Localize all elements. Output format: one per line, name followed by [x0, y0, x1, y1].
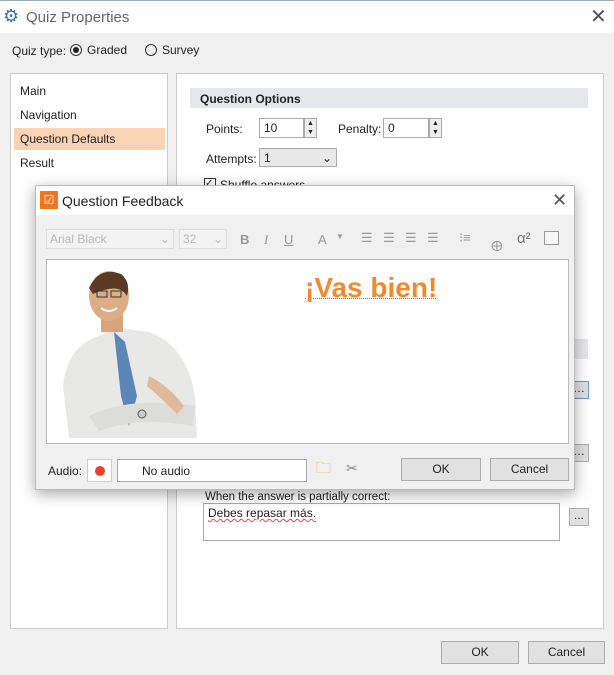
partial-feedback-input[interactable]: Debes repasar más. — [203, 503, 560, 541]
gear-icon: ⚙ — [3, 6, 20, 26]
feedback-app-icon: ☑ — [40, 191, 58, 209]
attempts-label: Attempts: — [206, 152, 257, 166]
record-icon — [95, 466, 105, 476]
chevron-down-icon: ⌄ — [159, 232, 170, 246]
font-size-select[interactable]: 32 ⌄ — [179, 229, 227, 249]
caret-down-icon[interactable]: ▼ — [336, 232, 344, 241]
chevron-down-icon: ⌄ — [212, 232, 223, 246]
radio-graded-label: Graded — [87, 43, 128, 57]
dialog-cancel-button[interactable]: Cancel — [490, 458, 569, 481]
folder-icon[interactable]: 🗀 — [316, 458, 331, 483]
cut-audio-icon[interactable]: ✂ — [346, 460, 358, 477]
align-center-icon[interactable]: ☰ — [383, 230, 395, 246]
insert-image-icon[interactable] — [544, 231, 559, 245]
font-color-button[interactable]: A — [318, 232, 327, 247]
chevron-down-icon: ⌄ — [321, 151, 332, 165]
quiz-type-label: Quiz type: — [12, 44, 67, 58]
align-right-icon[interactable]: ☰ — [405, 230, 417, 246]
font-size-value: 32 — [183, 232, 197, 246]
bold-button[interactable]: B — [240, 232, 249, 247]
cancel-button[interactable]: Cancel — [528, 641, 605, 664]
partial-more-button[interactable]: ... — [569, 508, 589, 526]
radio-survey-label: Survey — [162, 43, 200, 57]
dialog-title: Question Feedback — [62, 193, 184, 209]
equation-icon[interactable]: α² — [517, 230, 531, 247]
feedback-text: ¡Vas bien! — [305, 272, 438, 303]
audio-label: Audio: — [48, 464, 83, 478]
font-family-select[interactable]: Arial Black ⌄ — [46, 229, 174, 249]
feedback-editor[interactable]: ¡Vas bien! — [46, 259, 569, 444]
penalty-stepper[interactable]: ▲ ▼ — [429, 118, 442, 138]
points-stepper[interactable]: ▲ ▼ — [304, 118, 317, 138]
dialog-close-icon[interactable]: ✕ — [552, 191, 567, 209]
penalty-label: Penalty: — [338, 122, 382, 136]
points-label: Points: — [206, 122, 243, 136]
businessman-image — [63, 271, 197, 438]
font-family-value: Arial Black — [50, 232, 107, 246]
align-left-icon[interactable]: ☰ — [361, 230, 373, 246]
sidebar-item-main[interactable]: Main — [20, 84, 46, 98]
sidebar-item-question-defaults[interactable]: Question Defaults — [14, 128, 165, 150]
attempts-value: 1 — [264, 151, 271, 165]
points-input[interactable]: 10 — [259, 118, 304, 138]
question-options-header: Question Options — [190, 88, 588, 108]
penalty-input[interactable]: 0 — [383, 118, 429, 138]
title-bar: ⚙ Quiz Properties ✕ — [0, 0, 614, 33]
audio-input[interactable]: No audio — [117, 459, 307, 482]
italic-button[interactable]: I — [264, 232, 268, 248]
radio-graded[interactable]: Graded — [70, 43, 127, 57]
sidebar-item-navigation[interactable]: Navigation — [20, 108, 77, 122]
attempts-select[interactable]: 1 ⌄ — [259, 148, 337, 167]
sidebar-item-result[interactable]: Result — [20, 156, 54, 170]
record-button[interactable] — [87, 459, 112, 482]
ok-button[interactable]: OK — [441, 641, 519, 664]
bullet-list-icon[interactable]: ⁝≡ — [459, 230, 471, 246]
radio-survey[interactable]: Survey — [145, 43, 199, 57]
close-icon[interactable]: ✕ — [590, 7, 607, 27]
underline-button[interactable]: U — [284, 232, 293, 247]
partial-label: When the answer is partially correct: — [205, 491, 391, 503]
question-feedback-dialog: ☑ Question Feedback ✕ Arial Black ⌄ 32 ⌄ B… — [35, 185, 575, 490]
window-title: Quiz Properties — [26, 9, 130, 26]
dialog-title-bar: ☑ Question Feedback ✕ — [36, 186, 574, 215]
hyperlink-icon[interactable]: 🜨 — [491, 230, 503, 259]
dialog-ok-button[interactable]: OK — [401, 458, 481, 481]
align-justify-icon[interactable]: ☰ — [427, 230, 439, 246]
